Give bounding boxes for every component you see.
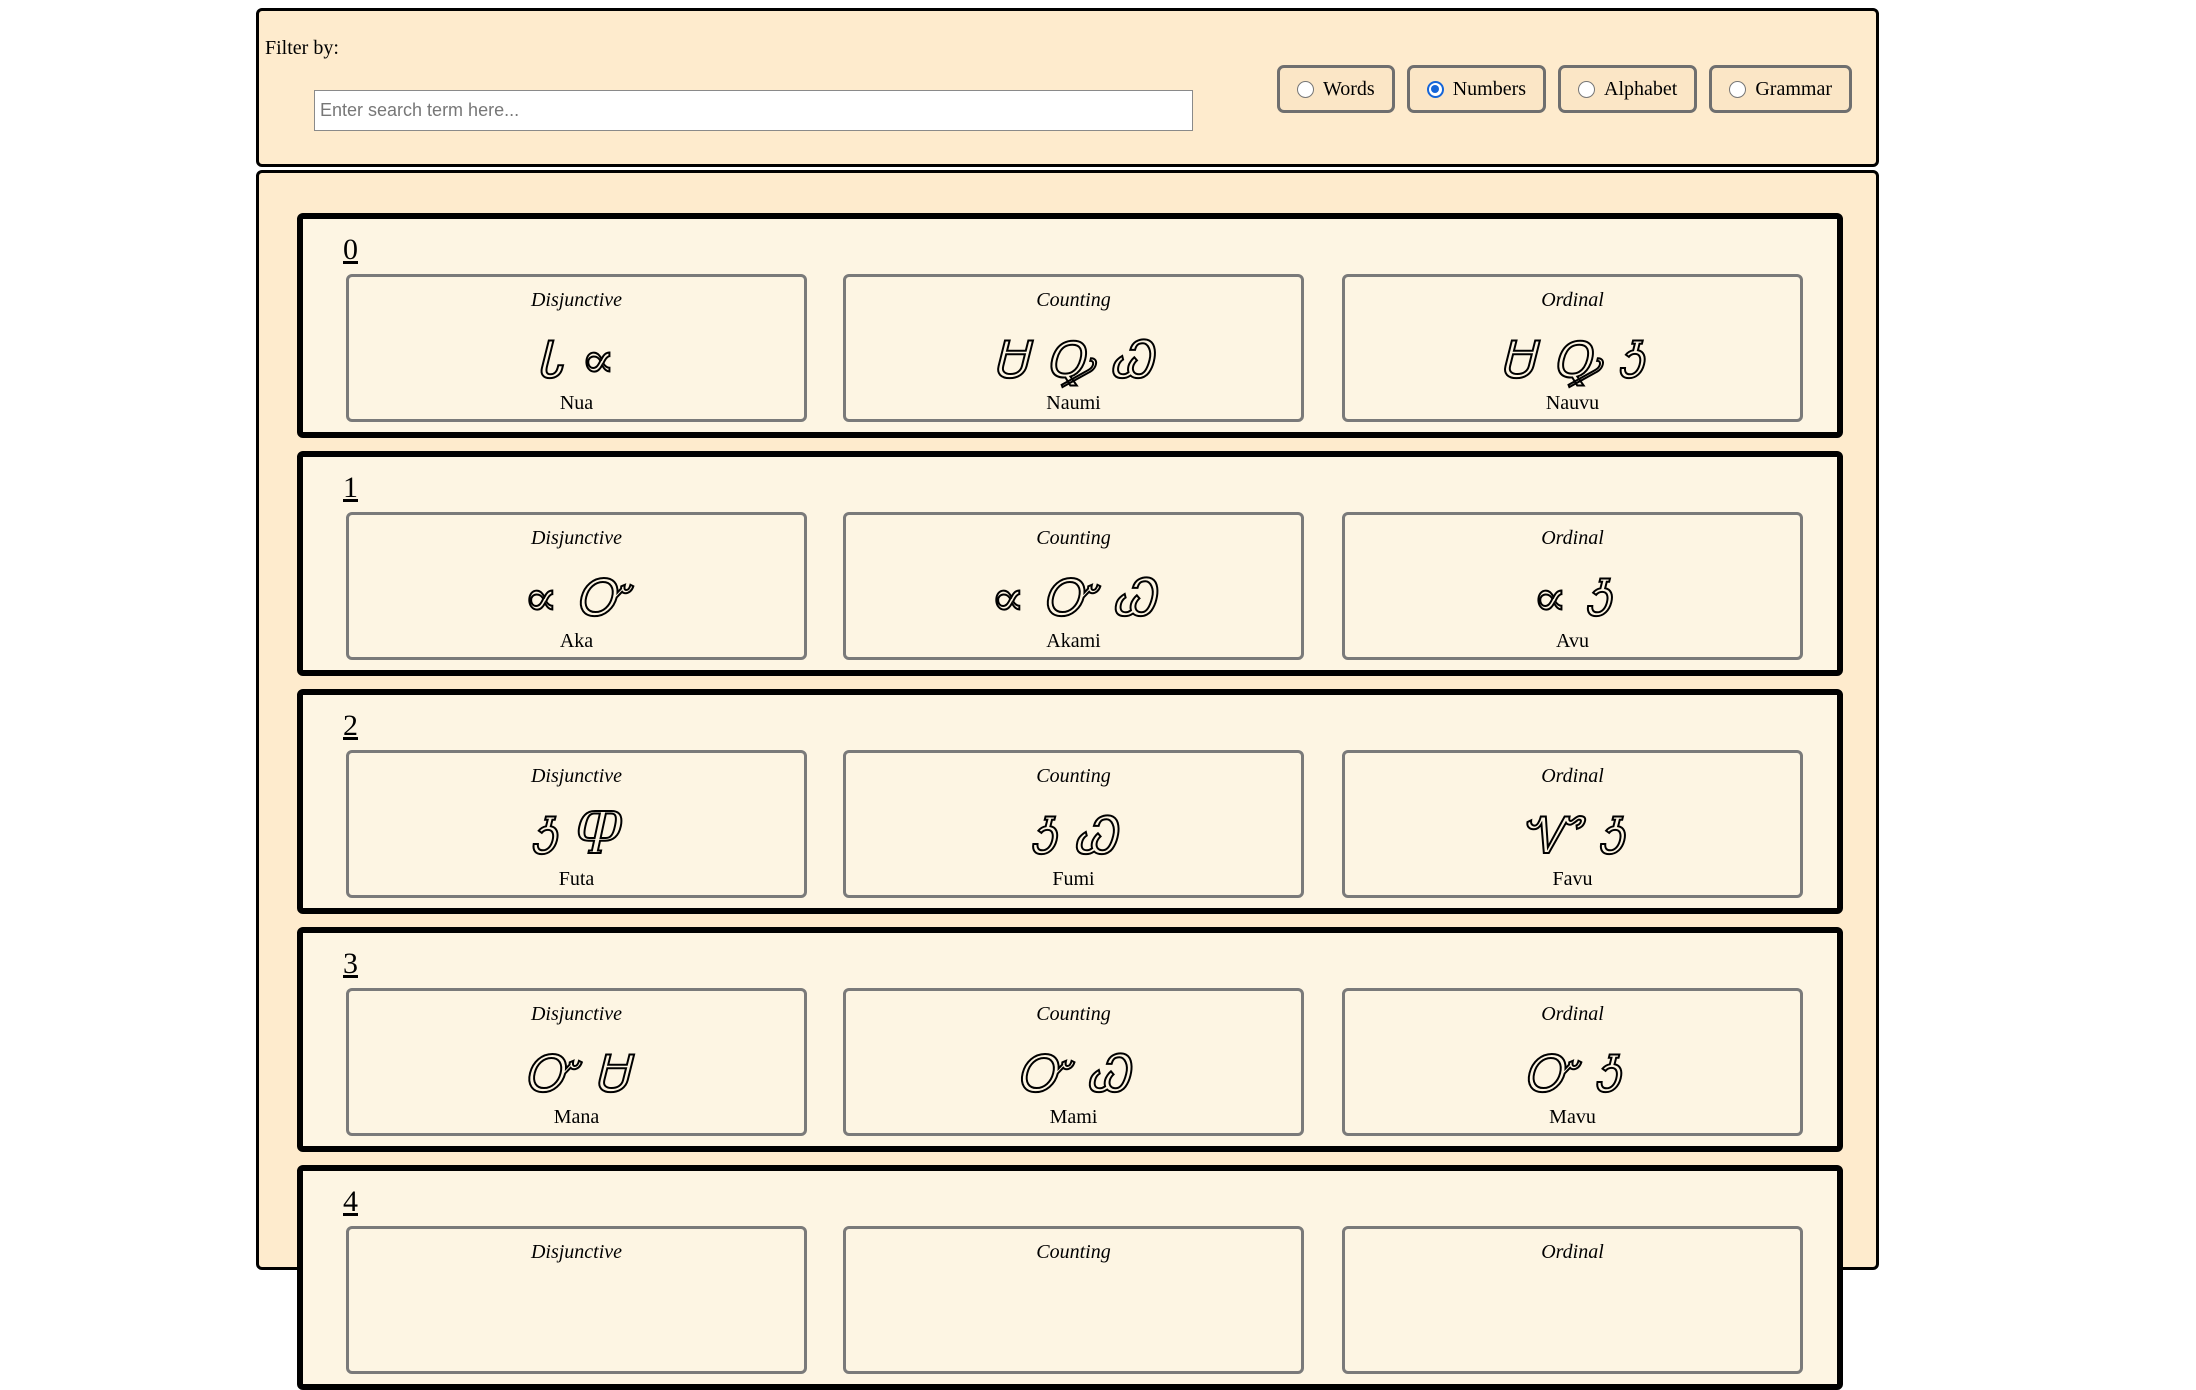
number-card: 1 Disjunctive ∝ Ꮕ Aka Counting ∝ Ꮕ Ꮗ Aka…	[297, 451, 1843, 676]
script-glyphs: ∝ Ꮌ	[1345, 555, 1800, 627]
filter-option-alphabet[interactable]: Alphabet	[1558, 65, 1698, 113]
form-name: Naumi	[1046, 392, 1101, 414]
filter-option-numbers[interactable]: Numbers	[1406, 65, 1547, 113]
glyph-text: Ꮌ Ꮗ	[1029, 807, 1118, 865]
form-type-label: Counting	[1036, 289, 1111, 311]
glyph-text: Ꮕ Ꮌ	[1523, 1045, 1622, 1103]
script-glyphs: Ꮙ Ꮌ	[1345, 793, 1800, 865]
filter-radio-group: Words Numbers Alphabet Grammar	[1277, 65, 1852, 113]
number-heading[interactable]: 3	[343, 947, 358, 981]
form-box-ordinal: Ordinal	[1342, 1226, 1803, 1374]
number-heading[interactable]: 0	[343, 233, 358, 267]
script-glyphs: Ꮣ ∝	[349, 317, 804, 389]
form-name: Aka	[559, 630, 594, 652]
form-type-label: Counting	[1036, 1003, 1111, 1025]
radio-words[interactable]	[1297, 80, 1314, 98]
script-glyphs: Ꮕ Ꮌ	[1345, 1031, 1800, 1103]
form-type-label: Ordinal	[1541, 765, 1604, 787]
form-box-disjunctive: Disjunctive Ꮣ ∝ Nua	[346, 274, 807, 422]
filter-option-label: Numbers	[1452, 77, 1527, 100]
form-type-label: Disjunctive	[530, 1241, 623, 1263]
glyph-text: Ꮜ Ꝙ Ꮌ	[1499, 331, 1645, 389]
glyph-text: Ꮕ Ꮗ	[1016, 1045, 1131, 1103]
form-type-label: Disjunctive	[530, 527, 623, 549]
form-name: Avu	[1556, 630, 1589, 652]
number-card: 0 Disjunctive Ꮣ ∝ Nua Counting Ꮜ Ꝙ Ꮗ Nau…	[297, 213, 1843, 438]
radio-numbers[interactable]	[1426, 80, 1444, 98]
script-glyphs: Ꮌ Ⴔ	[349, 793, 804, 865]
form-name: Mami	[1049, 1106, 1098, 1128]
glyph-text: Ꮣ ∝	[536, 331, 616, 389]
glyph-text: Ꮜ Ꝙ Ꮗ	[992, 331, 1154, 389]
glyph-text: ∝ Ꮌ	[1532, 569, 1613, 627]
form-box-disjunctive: Disjunctive ∝ Ꮕ Aka	[346, 512, 807, 660]
form-name: Fumi	[1052, 868, 1095, 890]
form-name: Mana	[553, 1106, 600, 1128]
glyph-text: Ꮕ Ꮜ	[523, 1045, 629, 1103]
filter-panel: Filter by: Words Numbers Alphabet Gramma…	[256, 8, 1879, 167]
number-heading[interactable]: 1	[343, 471, 358, 505]
script-glyphs: Ꮕ Ꮜ	[349, 1031, 804, 1103]
form-type-label: Disjunctive	[530, 1003, 623, 1025]
form-box-disjunctive: Disjunctive Ꮕ Ꮜ Mana	[346, 988, 807, 1136]
form-box-ordinal: Ordinal Ꮕ Ꮌ Mavu	[1342, 988, 1803, 1136]
form-type-label: Counting	[1036, 765, 1111, 787]
form-type-label: Ordinal	[1541, 1003, 1604, 1025]
glyph-text: Ꮙ Ꮌ	[1519, 807, 1625, 865]
form-type-label: Disjunctive	[530, 289, 623, 311]
script-glyphs: Ꮜ Ꝙ Ꮌ	[1345, 317, 1800, 389]
form-box-counting: Counting ∝ Ꮕ Ꮗ Akami	[843, 512, 1304, 660]
form-box-disjunctive: Disjunctive	[346, 1226, 807, 1374]
script-glyphs: Ꮕ Ꮗ	[846, 1031, 1301, 1103]
script-glyphs: ∝ Ꮕ Ꮗ	[846, 555, 1301, 627]
filter-option-words[interactable]: Words	[1277, 65, 1395, 113]
form-type-label: Disjunctive	[530, 765, 623, 787]
form-name: Mavu	[1549, 1106, 1596, 1128]
script-glyphs: Ꮌ Ꮗ	[846, 793, 1301, 865]
form-box-counting: Counting Ꮌ Ꮗ Fumi	[843, 750, 1304, 898]
number-heading[interactable]: 4	[343, 1185, 358, 1219]
search-input[interactable]	[314, 90, 1193, 131]
filter-option-label: Words	[1323, 77, 1375, 100]
filter-option-grammar[interactable]: Grammar	[1709, 65, 1852, 113]
radio-alphabet[interactable]	[1578, 80, 1596, 98]
form-name: Favu	[1552, 868, 1593, 890]
form-type-label: Counting	[1036, 1241, 1111, 1263]
form-box-disjunctive: Disjunctive Ꮌ Ⴔ Futa	[346, 750, 807, 898]
glyph-text: Ꮌ Ⴔ	[529, 807, 623, 865]
form-type-label: Counting	[1036, 527, 1111, 549]
glyph-text: ∝ Ꮕ Ꮗ	[990, 569, 1157, 627]
filter-option-label: Grammar	[1755, 77, 1832, 100]
form-box-ordinal: Ordinal ∝ Ꮌ Avu	[1342, 512, 1803, 660]
form-type-label: Ordinal	[1541, 527, 1604, 549]
form-box-ordinal: Ordinal Ꮙ Ꮌ Favu	[1342, 750, 1803, 898]
number-card: 3 Disjunctive Ꮕ Ꮜ Mana Counting Ꮕ Ꮗ Mami…	[297, 927, 1843, 1152]
form-box-ordinal: Ordinal Ꮜ Ꝙ Ꮌ Nauvu	[1342, 274, 1803, 422]
filter-label: Filter by:	[265, 37, 339, 59]
form-type-label: Ordinal	[1541, 1241, 1604, 1263]
form-type-label: Ordinal	[1541, 289, 1604, 311]
form-box-counting: Counting Ꮕ Ꮗ Mami	[843, 988, 1304, 1136]
number-card: 2 Disjunctive Ꮌ Ⴔ Futa Counting Ꮌ Ꮗ Fumi…	[297, 689, 1843, 914]
number-heading[interactable]: 2	[343, 709, 358, 743]
filter-option-label: Alphabet	[1604, 77, 1678, 100]
form-name: Futa	[558, 868, 595, 890]
form-box-counting: Counting	[843, 1226, 1304, 1374]
radio-grammar[interactable]	[1729, 80, 1747, 98]
form-name: Nauvu	[1545, 392, 1600, 414]
script-glyphs: ∝ Ꮕ	[349, 555, 804, 627]
form-box-counting: Counting Ꮜ Ꝙ Ꮗ Naumi	[843, 274, 1304, 422]
glyph-text: ∝ Ꮕ	[523, 569, 630, 627]
script-glyphs: Ꮜ Ꝙ Ꮗ	[846, 317, 1301, 389]
results-panel: 0 Disjunctive Ꮣ ∝ Nua Counting Ꮜ Ꝙ Ꮗ Nau…	[256, 170, 1879, 1390]
number-card: 4 Disjunctive Counting Ordinal	[297, 1165, 1843, 1390]
form-name: Nua	[559, 392, 594, 414]
form-name: Akami	[1046, 630, 1101, 652]
